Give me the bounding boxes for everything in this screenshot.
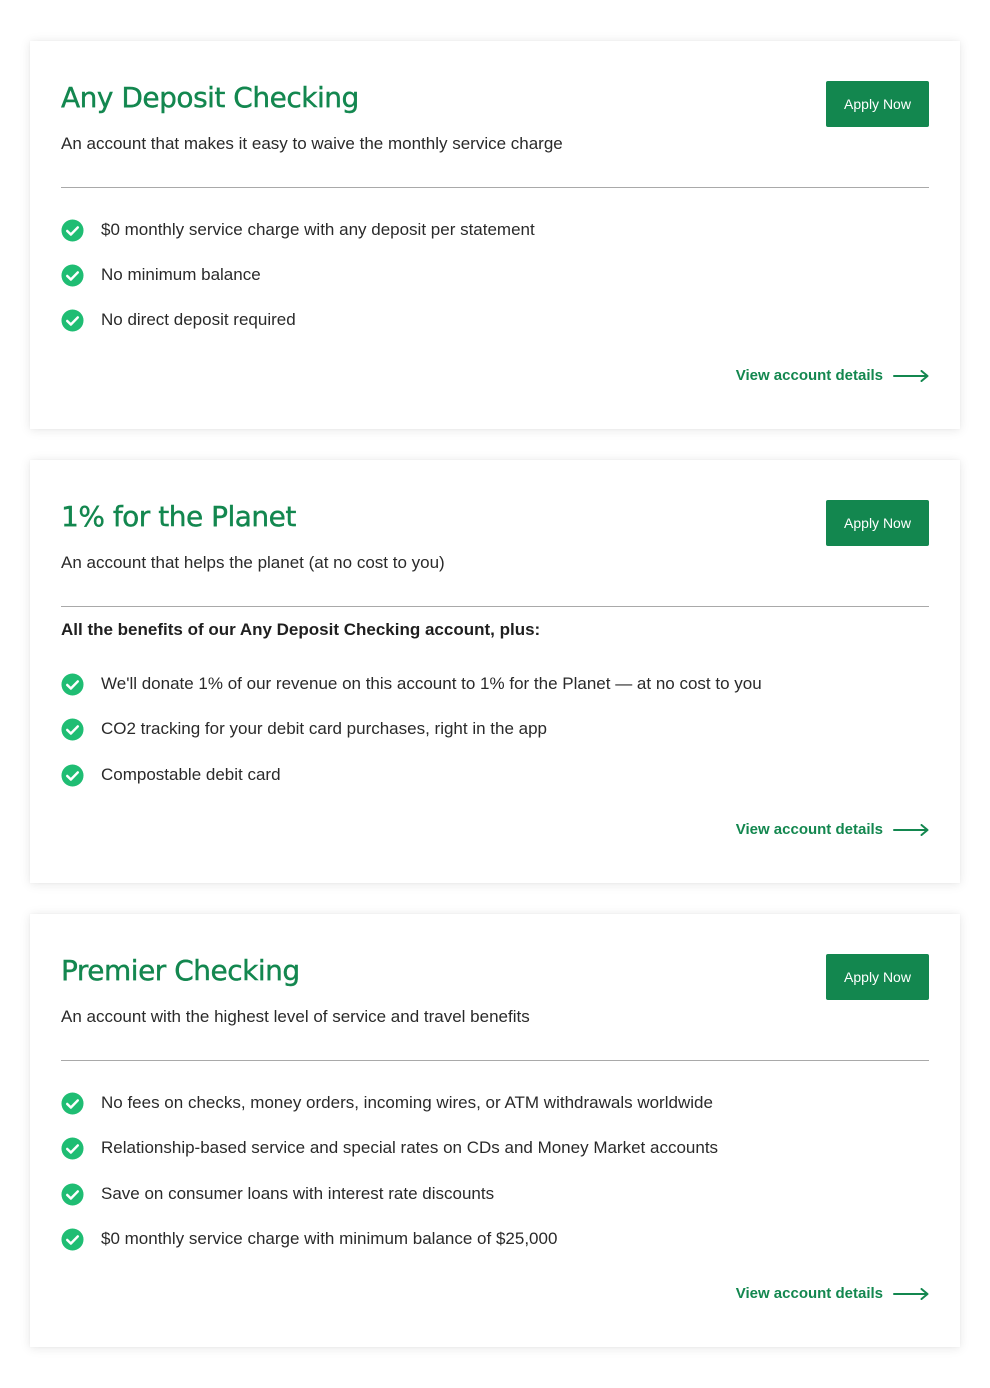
feature-item: We'll donate 1% of our revenue on this a… xyxy=(61,671,762,697)
divider xyxy=(61,187,929,188)
check-circle-icon xyxy=(61,1136,84,1160)
arrow-right-icon xyxy=(893,1287,929,1300)
card-title: Any Deposit Checking xyxy=(61,81,360,114)
feature-text: Relationship-based service and special r… xyxy=(101,1138,719,1157)
card-subtitle: An account that makes it easy to waive t… xyxy=(61,134,563,153)
view-account-details-link[interactable]: View account details xyxy=(736,367,929,384)
check-circle-icon xyxy=(61,1182,84,1206)
account-card-premier-checking: Premier Checking An account with the hig… xyxy=(30,914,960,1347)
feature-text: CO2 tracking for your debit card purchas… xyxy=(101,719,548,738)
feature-text: Save on consumer loans with interest rat… xyxy=(101,1184,495,1203)
feature-item: Compostable debit card xyxy=(61,762,281,788)
feature-item: No fees on checks, money orders, incomin… xyxy=(61,1090,713,1116)
feature-item: $0 monthly service charge with any depos… xyxy=(61,217,535,243)
check-circle-icon xyxy=(61,763,84,787)
check-circle-icon xyxy=(61,717,84,741)
feature-text: No direct deposit required xyxy=(101,310,296,329)
account-card-any-deposit: Any Deposit Checking An account that mak… xyxy=(30,41,960,429)
card-subtitle: An account with the highest level of ser… xyxy=(61,1007,530,1026)
view-account-details-link[interactable]: View account details xyxy=(736,1285,929,1302)
feature-item: No direct deposit required xyxy=(61,307,296,333)
feature-text: Compostable debit card xyxy=(101,765,281,784)
arrow-right-icon xyxy=(893,823,929,836)
check-circle-icon xyxy=(61,1227,84,1251)
feature-item: Save on consumer loans with interest rat… xyxy=(61,1181,494,1207)
feature-item: CO2 tracking for your debit card purchas… xyxy=(61,716,547,742)
view-account-details-link[interactable]: View account details xyxy=(736,821,929,838)
feature-text: No minimum balance xyxy=(101,265,261,284)
check-circle-icon xyxy=(61,672,84,696)
benefits-intro-label: All the benefits of our Any Deposit Chec… xyxy=(61,620,541,639)
apply-now-button[interactable]: Apply Now xyxy=(826,500,929,546)
feature-text: No fees on checks, money orders, incomin… xyxy=(101,1093,713,1112)
feature-item: No minimum balance xyxy=(61,262,261,288)
check-circle-icon xyxy=(61,1091,84,1115)
card-title: 1% for the Planet xyxy=(61,500,297,533)
feature-item: $0 monthly service charge with minimum b… xyxy=(61,1226,557,1252)
account-card-one-percent-planet: 1% for the Planet An account that helps … xyxy=(30,460,960,883)
details-link-label: View account details xyxy=(735,367,883,384)
check-circle-icon xyxy=(61,308,84,332)
feature-text: $0 monthly service charge with minimum b… xyxy=(101,1229,558,1248)
details-link-label: View account details xyxy=(735,1285,883,1302)
details-link-label: View account details xyxy=(735,821,883,838)
divider xyxy=(61,1060,929,1061)
feature-text: We'll donate 1% of our revenue on this a… xyxy=(101,674,762,693)
apply-now-button[interactable]: Apply Now xyxy=(826,81,929,127)
feature-text: $0 monthly service charge with any depos… xyxy=(101,220,535,239)
apply-now-button[interactable]: Apply Now xyxy=(826,954,929,1000)
card-subtitle: An account that helps the planet (at no … xyxy=(61,553,445,572)
feature-item: Relationship-based service and special r… xyxy=(61,1135,718,1161)
check-circle-icon xyxy=(61,263,84,287)
card-title: Premier Checking xyxy=(61,954,301,987)
check-circle-icon xyxy=(61,218,84,242)
divider xyxy=(61,606,929,607)
arrow-right-icon xyxy=(893,369,929,382)
